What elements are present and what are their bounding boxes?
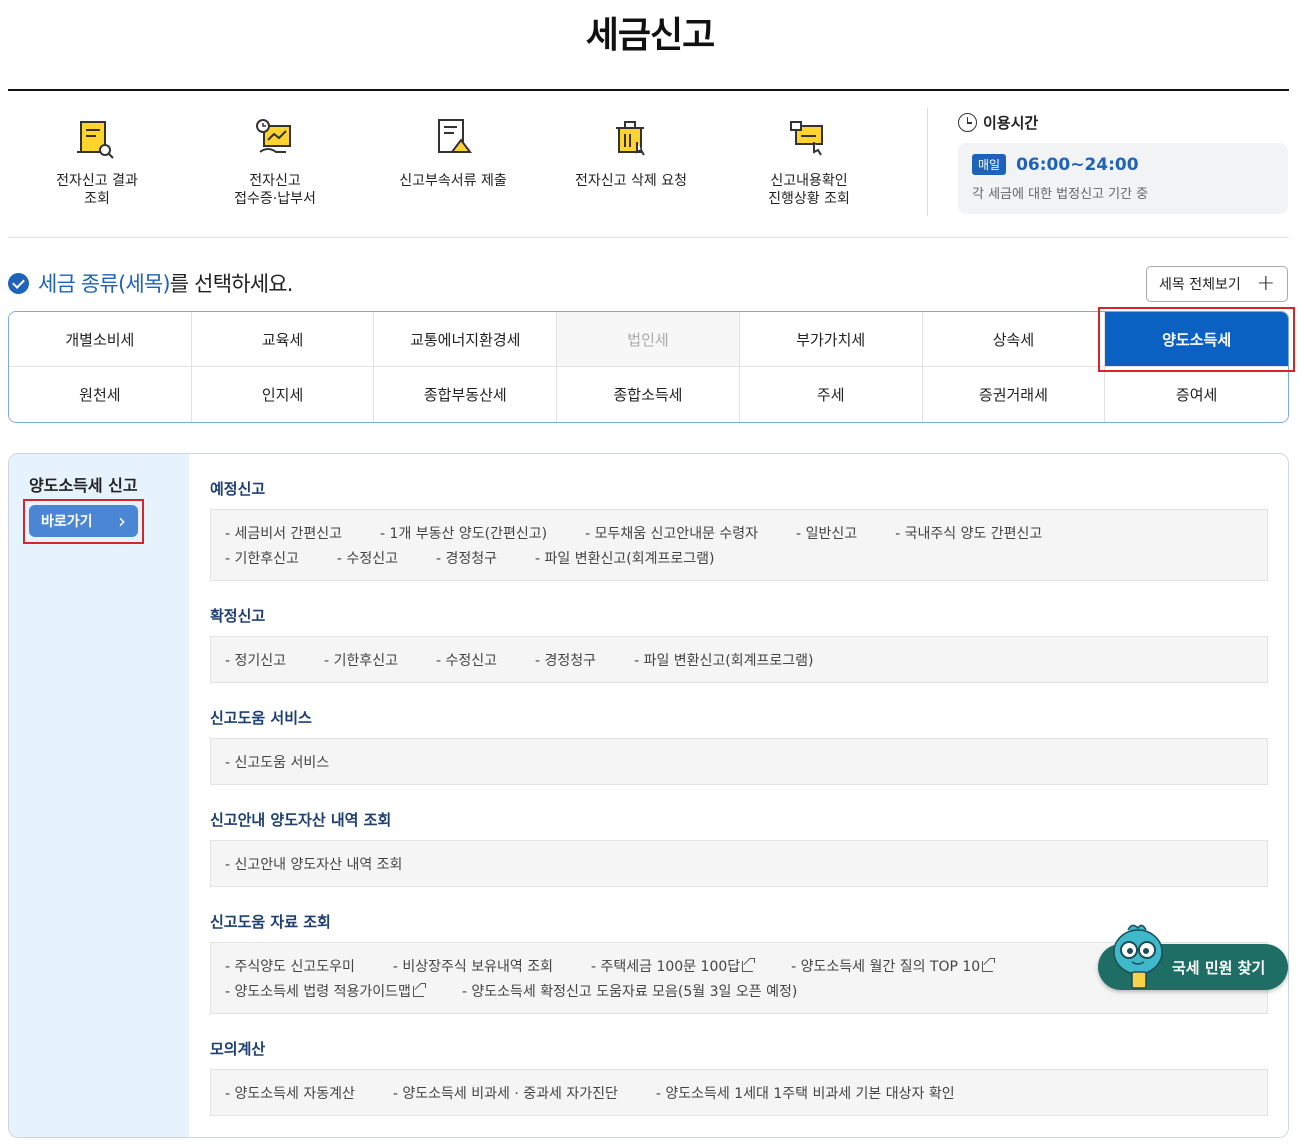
heading-highlight: 세금 종류(세목)	[38, 272, 171, 296]
link-amended-filing[interactable]: 수정신고	[337, 548, 398, 568]
link-regular-filing[interactable]: 정기신고	[225, 650, 287, 670]
link-correction-claim[interactable]: 경정청구	[436, 548, 497, 568]
link-file-conversion[interactable]: 파일 변환신고(회계프로그램)	[634, 650, 814, 670]
chatbot-label: 국세 민원 찾기	[1172, 958, 1266, 977]
panel-sidebar: 양도소득세 신고 바로가기 ›	[9, 454, 189, 1137]
link-prefilled-notice[interactable]: 모두채움 신고안내문 수령자	[585, 523, 758, 543]
link-self-diagnosis[interactable]: 양도소득세 비과세 · 중과세 자가진단	[393, 1083, 617, 1103]
tax-tab-securities-transaction[interactable]: 증권거래세	[922, 367, 1106, 422]
link-housing-tax-qa[interactable]: 주택세금 100문 100답	[591, 956, 756, 976]
link-late-filing[interactable]: 기한후신고	[225, 548, 299, 568]
section-links-simulation: 양도소득세 자동계산 양도소득세 비과세 · 중과세 자가진단 양도소득세 1세…	[210, 1069, 1268, 1116]
link-late-filing[interactable]: 기한후신고	[324, 650, 398, 670]
section-title-asset-lookup: 신고안내 양도자산 내역 조회	[210, 811, 392, 829]
link-final-filing-materials[interactable]: 양도소득세 확정신고 도움자료 모음(5월 3일 오픈 예정)	[462, 981, 797, 1001]
link-general-filing[interactable]: 일반신고	[796, 523, 858, 543]
service-hours-title: 이용시간	[983, 114, 1039, 132]
section-title-preliminary: 예정신고	[210, 480, 266, 498]
link-stock-helper[interactable]: 주식양도 신고도우미	[225, 956, 355, 976]
go-button-highlight	[23, 499, 144, 544]
view-all-label: 세목 전체보기	[1159, 277, 1241, 293]
check-circle-icon	[8, 272, 29, 294]
quick-menu-delete-request[interactable]: 전자신고 삭제 요청	[546, 114, 716, 190]
external-link-icon	[412, 982, 426, 997]
section-links-filing-help: 신고도움 서비스	[210, 738, 1268, 785]
page-title: 세금신고	[585, 15, 715, 56]
tax-tab-education[interactable]: 교육세	[191, 312, 375, 367]
quick-menu-attachments[interactable]: 신고부속서류 제출	[368, 114, 538, 190]
link-one-house-check[interactable]: 양도소득세 1세대 1주택 비과세 기본 대상자 확인	[656, 1083, 954, 1103]
mascot-icon	[1113, 924, 1163, 989]
service-hours-note: 각 세금에 대한 법정신고 기간 중	[972, 187, 1149, 202]
quick-menu-divider	[927, 108, 928, 216]
link-unlisted-stock[interactable]: 비상장주식 보유내역 조회	[393, 956, 553, 976]
quick-menu-progress[interactable]: 신고내용확인 진행상황 조회	[724, 114, 894, 208]
capital-gains-panel: 양도소득세 신고 바로가기 › 예정신고 세금비서 간편신고 1개 부동산 양도…	[8, 453, 1289, 1138]
quick-menu: 전자신고 결과 조회 전자신고 접수증·납부서 신고부속서류 제출 전자신고 삭…	[8, 92, 1289, 238]
search-document-icon	[77, 121, 114, 159]
quick-menu-label: 전자신고 삭제 요청	[575, 173, 687, 189]
plus-icon: +	[1256, 271, 1275, 296]
service-time: 06:00~24:00	[1016, 154, 1139, 175]
section-title-final: 확정신고	[210, 607, 266, 625]
title-divider	[8, 89, 1289, 91]
section-title-help-materials: 신고도움 자료 조회	[210, 913, 331, 931]
service-hours: 이용시간 매일 06:00~24:00 각 세금에 대한 법정신고 기간 중	[958, 112, 1288, 214]
selected-tab-highlight	[1098, 307, 1295, 372]
external-link-icon	[742, 957, 756, 972]
tax-tab-vat[interactable]: 부가가치세	[739, 312, 923, 367]
external-link-icon	[982, 957, 996, 972]
link-correction-claim[interactable]: 경정청구	[535, 650, 597, 670]
tax-tab-inheritance[interactable]: 상속세	[922, 312, 1106, 367]
tax-tab-gift[interactable]: 증여세	[1105, 367, 1288, 422]
tax-tab-corporate[interactable]: 법인세	[557, 312, 740, 367]
section-links-final: 정기신고 기한후신고 수정신고 경정청구 파일 변환신고(회계프로그램)	[210, 636, 1268, 683]
view-all-tax-button[interactable]: 세목 전체보기 +	[1146, 266, 1288, 302]
link-monthly-top10[interactable]: 양도소득세 월간 질의 TOP 10	[791, 956, 996, 976]
tax-tab-comprehensive-income[interactable]: 종합소득세	[557, 367, 740, 422]
heading-rest: 를 선택하세요.	[169, 272, 294, 296]
quick-menu-label: 전자신고 접수증·납부서	[234, 173, 316, 207]
tax-type-grid: 개별소비세 교육세 교통에너지환경세 법인세 부가가치세 상속세 양도소득세 원…	[8, 311, 1289, 423]
link-file-conversion[interactable]: 파일 변환신고(회계프로그램)	[535, 548, 715, 568]
tax-tab-withholding[interactable]: 원천세	[9, 367, 192, 422]
quick-menu-label: 신고내용확인 진행상황 조회	[768, 173, 850, 207]
trash-click-icon	[616, 121, 645, 156]
link-domestic-stock[interactable]: 국내주식 양도 간편신고	[895, 523, 1043, 543]
link-tax-secretary[interactable]: 세금비서 간편신고	[225, 523, 343, 543]
quick-menu-label: 신고부속서류 제출	[399, 173, 507, 189]
section-title-filing-help: 신고도움 서비스	[210, 709, 312, 727]
daily-badge: 매일	[972, 154, 1007, 175]
section-title-simulation: 모의계산	[210, 1040, 266, 1058]
quick-menu-label: 전자신고 결과 조회	[56, 173, 138, 207]
tax-tab-comprehensive-property[interactable]: 종합부동산세	[374, 367, 558, 422]
link-amended-filing[interactable]: 수정신고	[436, 650, 497, 670]
tax-tab-stamp[interactable]: 인지세	[191, 367, 375, 422]
section-links-asset-lookup: 신고안내 양도자산 내역 조회	[210, 840, 1268, 887]
document-upload-icon	[438, 119, 472, 153]
link-law-guide-map[interactable]: 양도소득세 법령 적용가이드맵	[225, 981, 426, 1001]
link-asset-lookup[interactable]: 신고안내 양도자산 내역 조회	[225, 854, 403, 874]
link-auto-calc[interactable]: 양도소득세 자동계산	[225, 1083, 355, 1103]
link-filing-help-service[interactable]: 신고도움 서비스	[225, 752, 330, 772]
link-single-property[interactable]: 1개 부동산 양도(간편신고)	[380, 523, 548, 543]
panel-side-title: 양도소득세 신고	[29, 476, 138, 495]
quick-menu-receipt[interactable]: 전자신고 접수증·납부서	[190, 114, 360, 208]
tax-tab-liquor[interactable]: 주세	[739, 367, 923, 422]
clock-icon	[958, 113, 977, 132]
tax-tab-individual-consumption[interactable]: 개별소비세	[9, 312, 192, 367]
receipt-clock-icon	[256, 119, 291, 153]
tax-select-heading: 세금 종류(세목)를 선택하세요.	[8, 268, 293, 298]
tax-tab-transport-energy[interactable]: 교통에너지환경세	[374, 312, 558, 367]
service-hours-box: 매일 06:00~24:00 각 세금에 대한 법정신고 기간 중	[958, 143, 1288, 214]
progress-check-icon	[790, 121, 823, 156]
quick-menu-result-lookup[interactable]: 전자신고 결과 조회	[12, 114, 182, 208]
section-links-preliminary: 세금비서 간편신고 1개 부동산 양도(간편신고) 모두채움 신고안내문 수령자…	[210, 509, 1268, 581]
